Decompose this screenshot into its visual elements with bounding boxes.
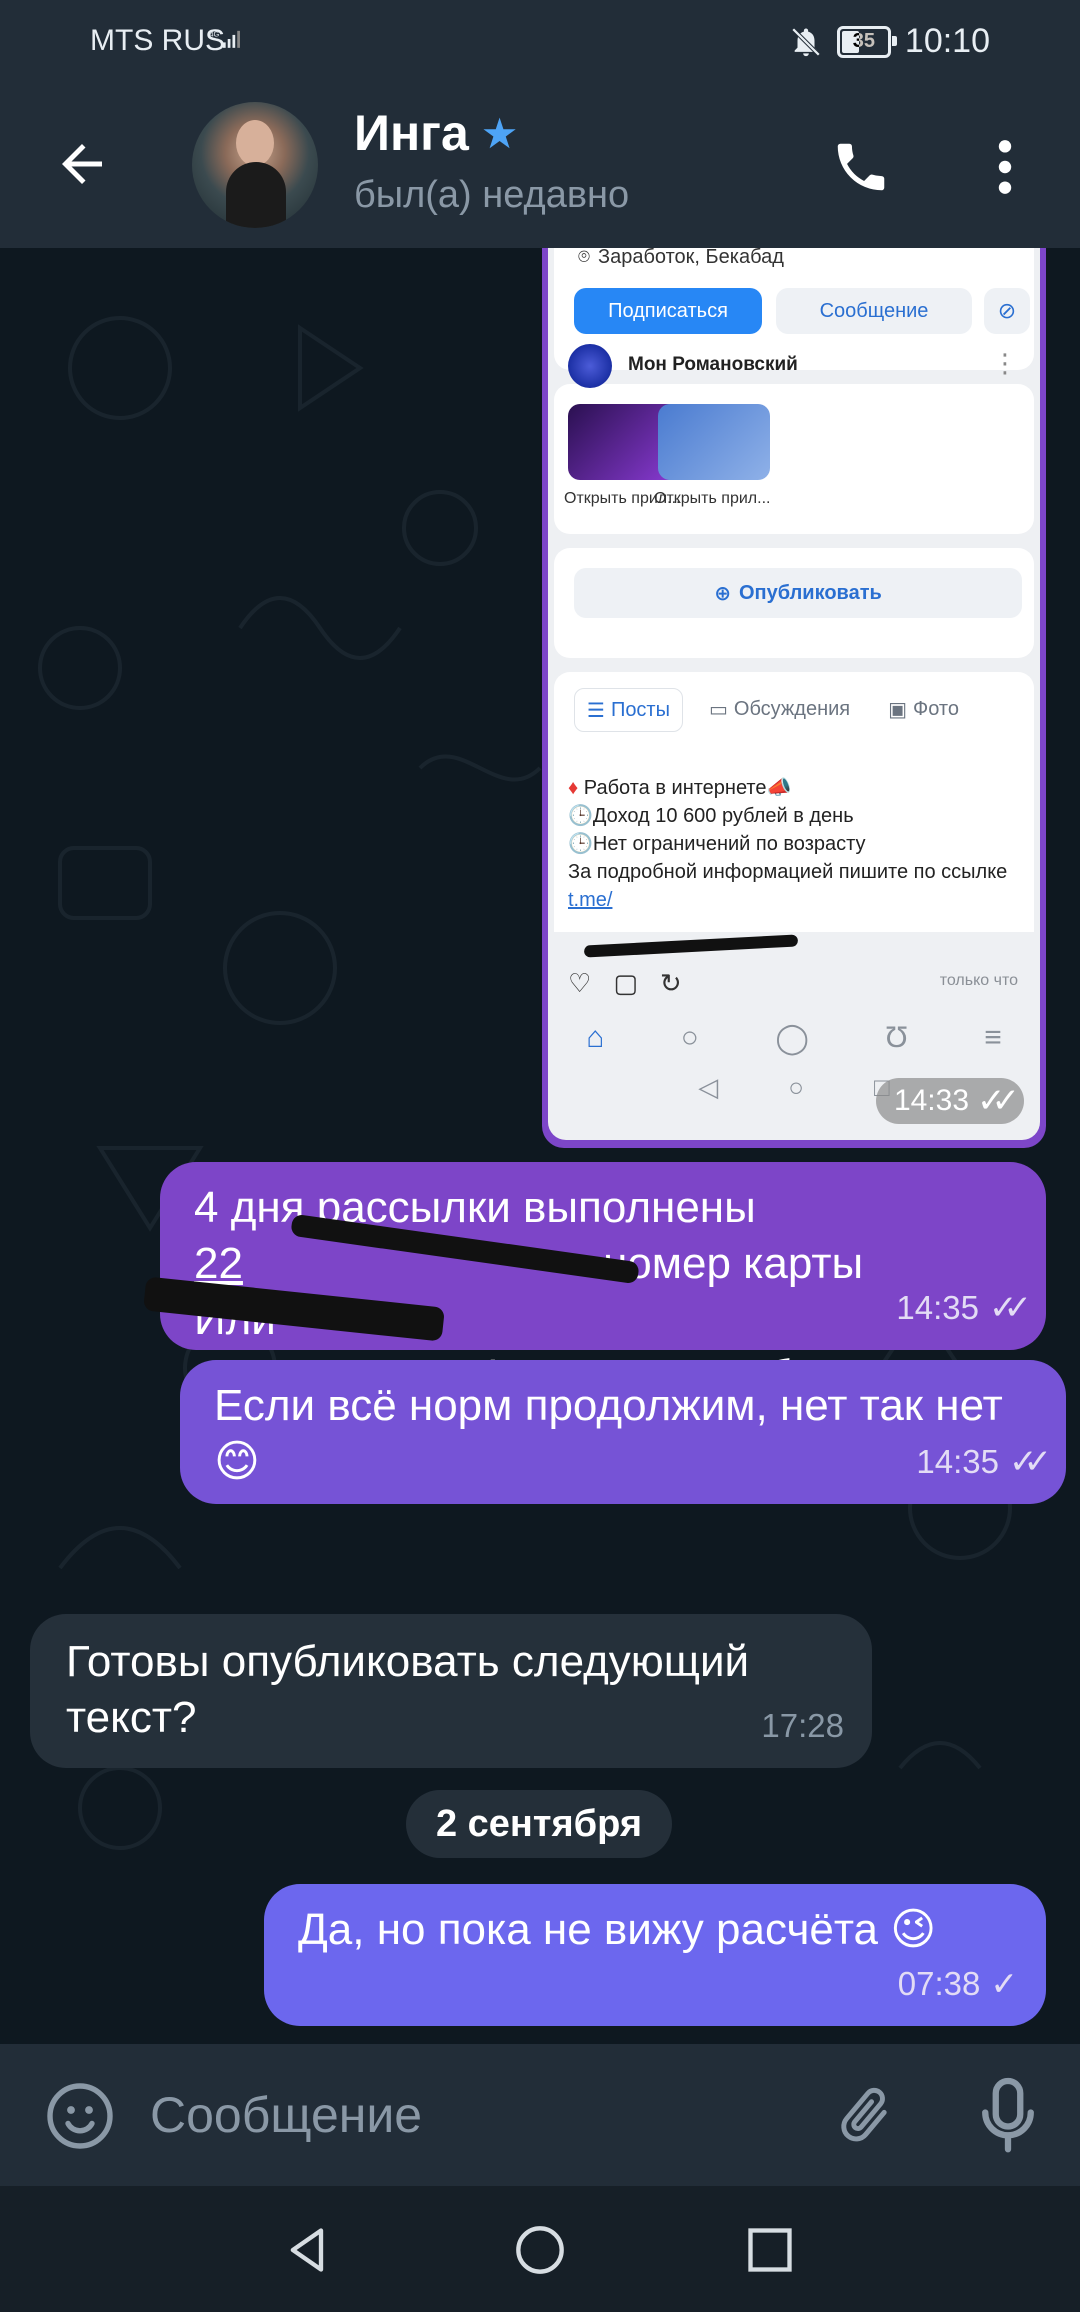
outgoing-message[interactable]: Если всё норм продолжим, нет так нет😊 14…	[180, 1360, 1066, 1504]
last-seen-status: был(а) недавно	[354, 174, 630, 216]
incoming-message[interactable]: Готовы опубликовать следующий текст? 17:…	[30, 1614, 872, 1768]
repost-icon: ↻	[659, 968, 682, 998]
chat-area[interactable]: ⌾ Заработок, Бекабад Подписаться Сообщени…	[0, 248, 1080, 2044]
location-row: ⌾ Заработок, Бекабад	[578, 248, 784, 269]
publish-button: ⊕ Опубликовать	[574, 568, 1022, 618]
redaction-scribble	[583, 934, 799, 958]
message-text: Готовы опубликовать следующий текст?	[66, 1637, 750, 1742]
app-bottom-nav: ⌂ ○ ◯ Ʊ ≡	[548, 1008, 1040, 1068]
single-check-icon: ✓	[990, 1965, 1018, 2002]
search-icon: ○	[680, 1021, 699, 1054]
system-navigation-bar	[0, 2186, 1080, 2312]
status-bar: MTS RUS 4G 35 10:10	[0, 0, 1080, 84]
battery-icon: 35	[836, 25, 897, 58]
publish-card: ⊕ Опубликовать	[554, 548, 1034, 658]
post-link: t.me/	[568, 889, 613, 911]
message-input[interactable]: Сообщение	[150, 2086, 422, 2144]
nav-recents-icon[interactable]	[744, 2224, 796, 2276]
contact-name-text: Инга	[354, 105, 469, 161]
tab-posts: ☰ Посты	[574, 688, 683, 732]
signal-icon: 4G	[209, 29, 240, 48]
publish-label: Опубликовать	[738, 581, 882, 604]
message-text: Да, но пока не вижу расчёта 😉	[298, 1905, 937, 1954]
post-author-avatar	[568, 344, 612, 388]
double-check-icon: ✓✓	[989, 1289, 1032, 1327]
home-icon: ⌂	[586, 1021, 605, 1054]
app-label-2: Открыть прил...	[654, 490, 771, 507]
post-time: только что	[939, 972, 1018, 989]
image-content: ⌾ Заработок, Бекабад Подписаться Сообщени…	[548, 248, 1040, 1140]
location-text: Заработок, Бекабад	[598, 248, 784, 268]
subscribe-button: Подписаться	[574, 288, 762, 334]
message-composer: Сообщение	[0, 2044, 1080, 2186]
phone-call-icon[interactable]	[830, 136, 892, 198]
status-right: 35 10:10	[789, 22, 990, 61]
message-meta: 14:35 ✓✓	[896, 1280, 1032, 1336]
date-separator: 2 сентября	[406, 1790, 672, 1858]
emoji-icon[interactable]	[44, 2080, 116, 2152]
app-tile-2	[658, 404, 770, 480]
clips-icon: Ʊ	[885, 1021, 908, 1054]
like-icon: ♡	[568, 968, 592, 998]
back-arrow-icon[interactable]	[52, 134, 112, 194]
chat-header: Инга ★ был(а) недавно	[0, 84, 1080, 248]
microphone-icon[interactable]	[980, 2074, 1036, 2158]
comment-icon: ▢	[613, 968, 638, 998]
clock: 10:10	[904, 22, 990, 60]
messages-icon: ◯	[775, 1021, 809, 1055]
paperclip-icon[interactable]	[832, 2080, 898, 2152]
outgoing-message[interactable]: 4 дня рассылки выполнены 22номер карты И…	[143, 1162, 1046, 1400]
more-menu-icon[interactable]	[990, 136, 1020, 198]
group-header-card: ⌾ Заработок, Бекабад Подписаться Сообщени…	[554, 248, 1034, 370]
nav-back-icon[interactable]	[282, 2224, 334, 2276]
carrier-label: MTS RUS	[90, 24, 225, 57]
premium-star-icon: ★	[480, 109, 519, 157]
message-meta: 07:38 ✓	[898, 1956, 1018, 2012]
message-meta: 17:28	[761, 1707, 844, 1744]
menu-icon: ≡	[984, 1021, 1002, 1054]
location-pin-icon: ⌾	[578, 248, 590, 268]
post-actions: ♡ ▢ ↻	[568, 968, 682, 999]
tab-photos: ▣ Фото	[888, 697, 959, 721]
message-meta: 14:35 ✓✓	[916, 1434, 1052, 1490]
image-message[interactable]: ⌾ Заработок, Бекабад Подписаться Сообщени…	[542, 248, 1046, 1148]
apps-card: Открыть прил... Открыть прил...	[554, 384, 1034, 534]
image-timestamp: 14:33 ✓✓	[875, 1078, 1024, 1124]
double-check-icon: ✓✓	[1009, 1443, 1052, 1481]
post-text: ♦ Работа в интернете📣 🕒Доход 10 600 рубл…	[568, 777, 1008, 911]
photo-icon: ▣	[888, 698, 908, 721]
outgoing-message[interactable]: Да, но пока не вижу расчёта 😉 07:38 ✓	[264, 1884, 1046, 2026]
post-author-name: Мон Романовский	[628, 354, 798, 375]
wall-tabs: ☰ Посты ▭ Обсуждения ▣ Фото	[574, 688, 971, 732]
svg-text:4G: 4G	[209, 29, 219, 38]
avatar[interactable]	[192, 102, 318, 228]
double-check-icon: ✓✓	[977, 1082, 1020, 1120]
plus-circle-icon: ⊕	[714, 582, 731, 605]
nav-home-icon[interactable]	[514, 2224, 566, 2276]
list-icon: ☰	[587, 699, 605, 722]
bell-muted-icon	[791, 27, 821, 56]
contact-name[interactable]: Инга ★	[354, 104, 518, 162]
message-text: Если всё норм продолжим, нет так нет😊	[214, 1381, 1003, 1486]
chat-icon: ▭	[708, 698, 728, 721]
message-button: Сообщение	[776, 288, 972, 334]
tab-discussions: ▭ Обсуждения	[708, 697, 851, 721]
post-more-icon: ⋮	[992, 348, 1018, 378]
share-icon: ⊘	[984, 288, 1030, 334]
